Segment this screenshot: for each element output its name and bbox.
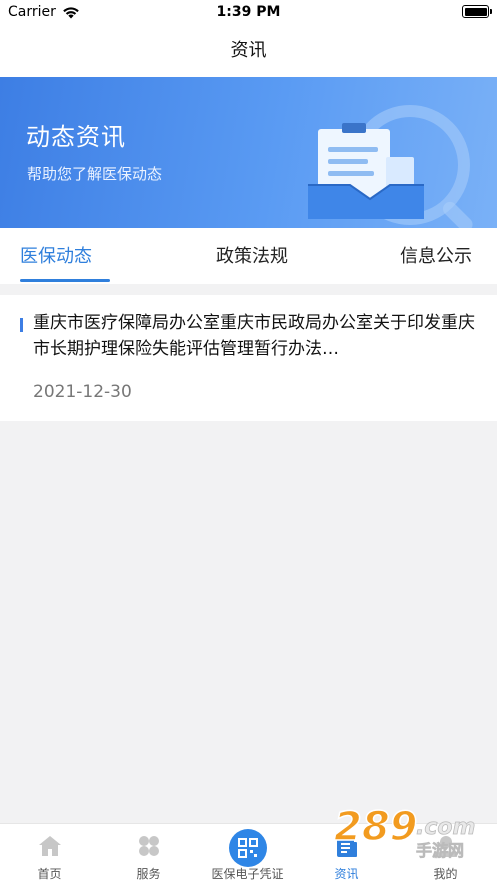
tab-public-notices[interactable]: 信息公示 <box>400 242 472 268</box>
tabbar-label: 医保电子凭证 <box>211 867 284 881</box>
page-title: 资讯 <box>230 40 267 61</box>
banner-subtitle: 帮助您了解医保动态 <box>27 165 163 183</box>
tabbar-item-e-voucher[interactable]: 医保电子凭证 <box>198 824 297 883</box>
tabbar-item-profile[interactable]: 我的 <box>396 824 495 883</box>
category-tabs: 医保动态 政策法规 信息公示 <box>0 228 497 284</box>
clock: 1:39 PM <box>216 4 281 20</box>
item-accent-bar <box>20 318 23 332</box>
document-tray-magnifier-illustration <box>308 105 473 228</box>
tabbar-label: 首页 <box>37 867 62 881</box>
tab-medical-insurance-news[interactable]: 医保动态 <box>20 242 92 268</box>
battery-icon <box>462 5 492 18</box>
news-list: 重庆市医疗保障局办公室重庆市民政局办公室关于印发重庆市长期护理保险失能评估管理暂… <box>0 295 497 421</box>
tabbar-label: 我的 <box>433 867 458 881</box>
tabbar-label: 服务 <box>136 867 161 881</box>
navigation-bar: 资讯 <box>0 26 497 77</box>
qr-code-icon <box>228 829 267 867</box>
news-title: 重庆市医疗保障局办公室重庆市民政局办公室关于印发重庆市长期护理保险失能评估管理暂… <box>33 313 475 359</box>
news-date: 2021-12-30 <box>33 382 132 402</box>
banner-title: 动态资讯 <box>26 123 126 151</box>
tabbar-label: 资讯 <box>334 867 359 881</box>
active-tab-indicator <box>20 279 110 282</box>
tab-policies-regulations[interactable]: 政策法规 <box>216 242 288 268</box>
tabbar-item-services[interactable]: 服务 <box>99 824 198 883</box>
list-item[interactable]: 重庆市医疗保障局办公室重庆市民政局办公室关于印发重庆市长期护理保险失能评估管理暂… <box>0 295 497 421</box>
tabbar-item-news[interactable]: 资讯 <box>297 824 396 883</box>
news-icon <box>336 835 357 857</box>
bottom-tab-bar: 首页 服务 医保电子凭证 资讯 我的 <box>0 823 497 883</box>
status-bar: Carrier 1:39 PM <box>0 0 497 26</box>
tabbar-item-home[interactable]: 首页 <box>0 824 99 883</box>
battery-level <box>464 7 487 16</box>
services-grid-icon <box>138 836 159 856</box>
profile-icon <box>434 836 457 857</box>
news-banner: 动态资讯 帮助您了解医保动态 <box>0 77 497 228</box>
home-icon <box>38 836 61 856</box>
